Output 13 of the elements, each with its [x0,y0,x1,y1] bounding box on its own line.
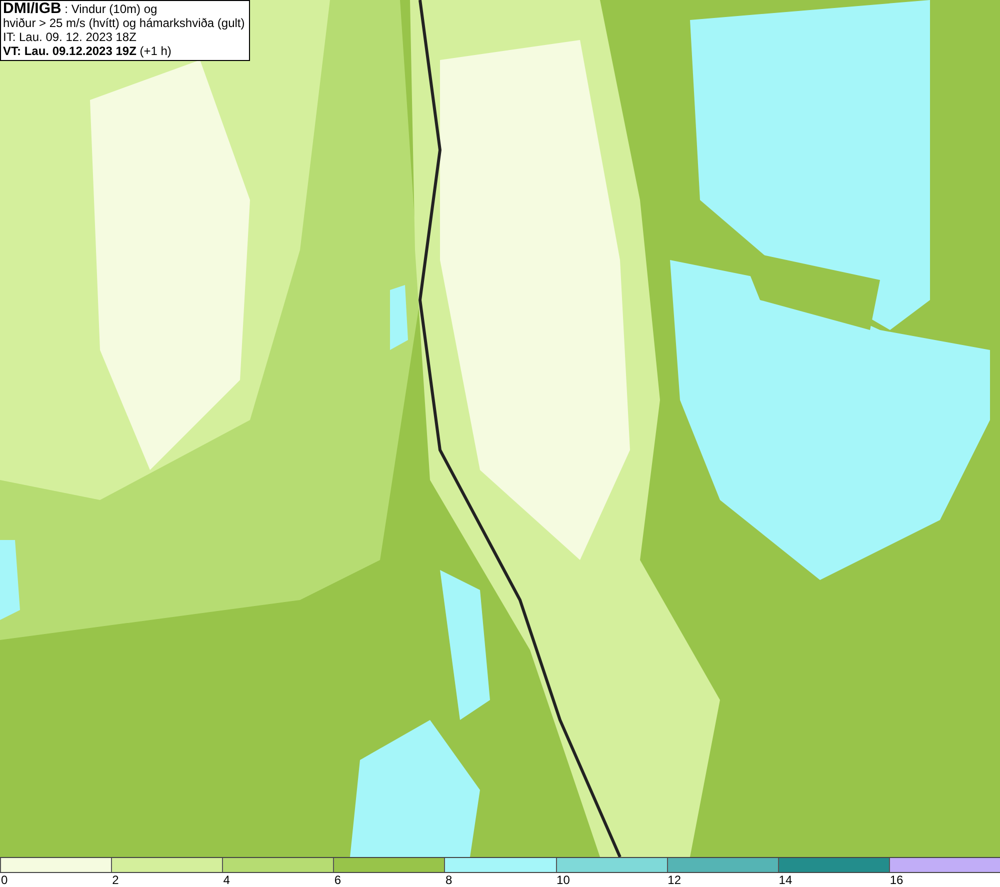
scale-tick-label: 8 [445,873,452,887]
caption-line: hviður > 25 m/s (hvítt) og hámarkshviða (gult) [3,16,245,30]
caption-line: VT: Lau. 09.12.2023 19Z (+1 h) [3,44,172,58]
scale-tick-label: 12 [668,873,682,887]
scale-tick-label: 4 [223,873,230,887]
caption-line: IT: Lau. 09. 12. 2023 18Z [3,30,138,44]
scale-tick-label: 14 [778,873,792,887]
caption-line: DMI/IGB : Vindur (10m) og [3,2,158,16]
scale-tick-label: 2 [112,873,119,887]
scale-tick-label: 16 [890,873,904,887]
scale-tick-label: 6 [334,873,342,887]
scale-tick-label: 10 [556,873,570,887]
scale-tick-label: 0 [1,873,8,887]
